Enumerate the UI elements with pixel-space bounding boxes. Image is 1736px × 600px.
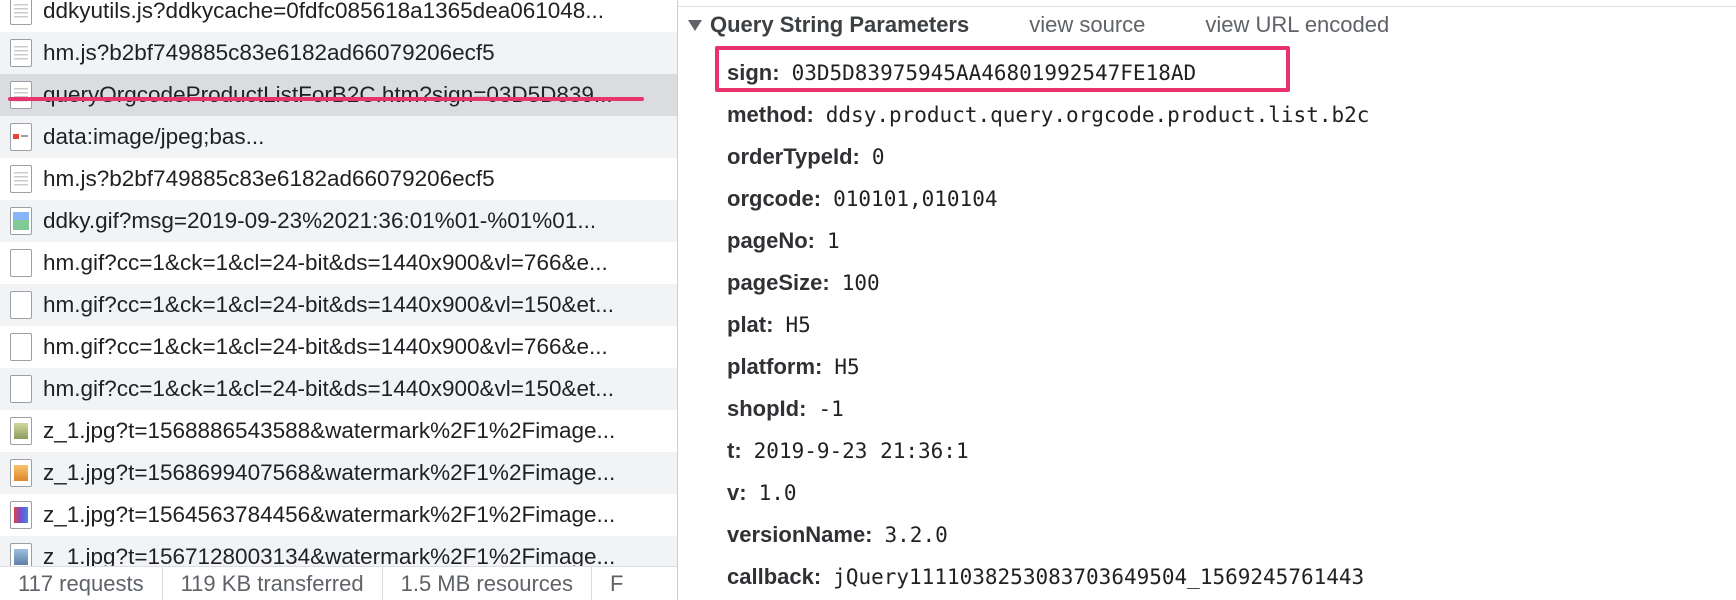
request-name: hm.gif?cc=1&ck=1&cl=24-bit&ds=1440x900&v… xyxy=(43,334,608,359)
param-key: pageSize: xyxy=(727,270,830,295)
param-key: pageNo: xyxy=(727,228,815,253)
param-value: jQuery1111038253083703649504_15692457614… xyxy=(833,565,1365,589)
query-params-list: sign: 03D5D83975945AA46801992547FE18AD met… xyxy=(727,52,1369,598)
param-key: t: xyxy=(727,438,742,463)
document-file-icon xyxy=(10,165,32,193)
query-param-row: shopId: -1 xyxy=(727,388,1369,430)
finish-time: F xyxy=(610,571,624,596)
param-value: -1 xyxy=(818,397,844,421)
annotation-highlight-box xyxy=(715,46,1290,92)
network-summary-bar: 117 requests 119 KB transferred 1.5 MB r… xyxy=(0,566,677,600)
param-value: 1.0 xyxy=(758,481,797,505)
request-row[interactable]: data:image/jpeg;bas... xyxy=(0,116,677,158)
blank-file-icon xyxy=(10,333,32,361)
param-key: platform: xyxy=(727,354,823,379)
image-file-icon xyxy=(10,123,32,151)
document-file-icon xyxy=(10,39,32,67)
request-name: hm.js?b2bf749885c83e6182ad66079206ecf5 xyxy=(43,166,495,191)
param-key: method: xyxy=(727,102,814,127)
request-row[interactable]: queryOrgcodeProductListForB2C.htm?sign=0… xyxy=(0,74,677,116)
transferred-size: 119 KB transferred xyxy=(163,567,383,600)
query-string-section-header[interactable]: Query String Parameters view source view… xyxy=(688,10,1389,40)
query-param-row: pageSize: 100 xyxy=(727,262,1369,304)
request-row[interactable]: ddkyutils.js?ddkycache=0fdfc085618a1365d… xyxy=(0,0,677,32)
query-param-row: platform: H5 xyxy=(727,346,1369,388)
request-name: z_1.jpg?t=1564563784456&watermark%2F1%2F… xyxy=(43,502,616,527)
section-separator xyxy=(678,0,1736,7)
image-file-icon xyxy=(10,501,32,529)
param-value: H5 xyxy=(834,355,860,379)
query-param-row: callback: jQuery1111038253083703649504_15… xyxy=(727,556,1369,598)
request-row[interactable]: hm.js?b2bf749885c83e6182ad66079206ecf5 xyxy=(0,158,677,200)
request-name: hm.gif?cc=1&ck=1&cl=24-bit&ds=1440x900&v… xyxy=(43,376,614,401)
request-row[interactable]: ddky.gif?msg=2019-09-23%2021:36:01%01-%0… xyxy=(0,200,677,242)
param-value: 3.2.0 xyxy=(884,523,948,547)
query-param-row: method: ddsy.product.query.orgcode.produc… xyxy=(727,94,1369,136)
request-row[interactable]: z_1.jpg?t=1568699407568&watermark%2F1%2F… xyxy=(0,452,677,494)
request-name: hm.gif?cc=1&ck=1&cl=24-bit&ds=1440x900&v… xyxy=(43,292,614,317)
request-name: data:image/jpeg;bas... xyxy=(43,124,265,149)
param-value: 010101,010104 xyxy=(833,187,998,211)
request-row[interactable]: hm.gif?cc=1&ck=1&cl=24-bit&ds=1440x900&v… xyxy=(0,242,677,284)
blank-file-icon xyxy=(10,375,32,403)
section-title: Query String Parameters xyxy=(710,12,970,37)
blank-file-icon xyxy=(10,249,32,277)
request-row[interactable]: hm.gif?cc=1&ck=1&cl=24-bit&ds=1440x900&v… xyxy=(0,284,677,326)
view-url-encoded-link[interactable]: view URL encoded xyxy=(1205,12,1389,38)
param-key: orderTypeId: xyxy=(727,144,860,169)
image-file-icon xyxy=(10,417,32,445)
param-value: 1 xyxy=(827,229,840,253)
request-name: ddkyutils.js?ddkycache=0fdfc085618a1365d… xyxy=(43,0,605,23)
resources-size: 1.5 MB resources xyxy=(383,567,593,600)
request-name: z_1.jpg?t=1568886543588&watermark%2F1%2F… xyxy=(43,418,616,443)
query-param-row: t: 2019-9-23 21:36:1 xyxy=(727,430,1369,472)
param-key: orgcode: xyxy=(727,186,822,211)
request-row[interactable]: z_1.jpg?t=1564563784456&watermark%2F1%2F… xyxy=(0,494,677,536)
network-request-list-panel: ddkyutils.js?ddkycache=0fdfc085618a1365d… xyxy=(0,0,677,600)
param-key: shopId: xyxy=(727,396,807,421)
request-name: hm.gif?cc=1&ck=1&cl=24-bit&ds=1440x900&v… xyxy=(43,250,608,275)
query-param-row: orderTypeId: 0 xyxy=(727,136,1369,178)
param-key: plat: xyxy=(727,312,774,337)
expand-triangle-icon[interactable] xyxy=(688,19,702,31)
query-param-row: v: 1.0 xyxy=(727,472,1369,514)
query-param-row: versionName: 3.2.0 xyxy=(727,514,1369,556)
annotation-underline xyxy=(8,97,644,101)
param-value: 0 xyxy=(871,145,885,169)
request-list: ddkyutils.js?ddkycache=0fdfc085618a1365d… xyxy=(0,0,677,578)
document-file-icon xyxy=(10,0,32,25)
param-key: v: xyxy=(727,480,747,505)
request-row[interactable]: hm.gif?cc=1&ck=1&cl=24-bit&ds=1440x900&v… xyxy=(0,326,677,368)
request-row[interactable]: hm.gif?cc=1&ck=1&cl=24-bit&ds=1440x900&v… xyxy=(0,368,677,410)
image-file-icon xyxy=(10,459,32,487)
request-name: ddky.gif?msg=2019-09-23%2021:36:01%01-%0… xyxy=(43,208,597,233)
query-param-row: pageNo: 1 xyxy=(727,220,1369,262)
document-file-icon xyxy=(10,81,32,109)
image-file-icon xyxy=(10,207,32,235)
view-source-link[interactable]: view source xyxy=(1029,12,1145,38)
headers-panel: Query String Parameters view source view… xyxy=(678,0,1736,600)
param-key: versionName: xyxy=(727,522,873,547)
param-value: ddsy.product.query.orgcode.product.list.… xyxy=(825,103,1370,127)
request-row[interactable]: z_1.jpg?t=1568886543588&watermark%2F1%2F… xyxy=(0,410,677,452)
request-name: z_1.jpg?t=1568699407568&watermark%2F1%2F… xyxy=(43,460,616,485)
requests-count: 117 requests xyxy=(0,567,163,600)
request-name: hm.js?b2bf749885c83e6182ad66079206ecf5 xyxy=(43,40,495,65)
param-value: 2019-9-23 21:36:1 xyxy=(753,439,969,463)
request-name: queryOrgcodeProductListForB2C.htm?sign=0… xyxy=(43,82,613,107)
request-row[interactable]: hm.js?b2bf749885c83e6182ad66079206ecf5 xyxy=(0,32,677,74)
param-key: callback: xyxy=(727,564,822,589)
query-param-row: orgcode: 010101,010104 xyxy=(727,178,1369,220)
query-param-row: plat: H5 xyxy=(727,304,1369,346)
blank-file-icon xyxy=(10,291,32,319)
param-value: 100 xyxy=(841,271,880,295)
param-value: H5 xyxy=(785,313,811,337)
